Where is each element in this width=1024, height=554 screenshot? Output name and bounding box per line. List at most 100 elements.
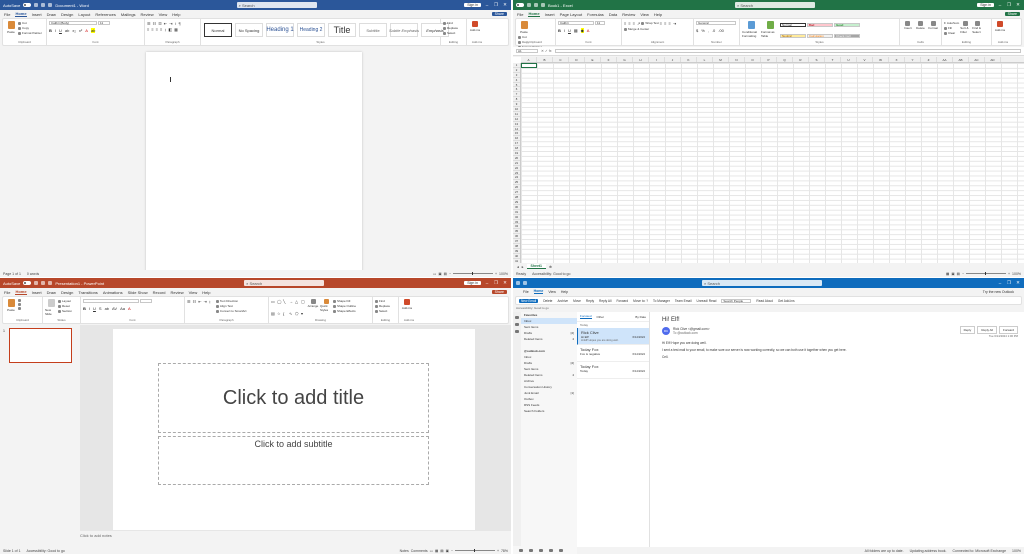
undo-icon[interactable] (41, 3, 46, 7)
web-layout-icon[interactable]: ▤ (444, 272, 447, 276)
column-header[interactable]: H (633, 57, 649, 62)
redo-icon[interactable] (541, 3, 545, 7)
tab-insert[interactable]: Insert (32, 12, 42, 17)
copy-button[interactable]: Copy (18, 26, 42, 30)
sign-in-button[interactable]: Sign in (977, 3, 994, 7)
tab-draw[interactable]: Draw (47, 12, 56, 17)
font-color-button[interactable]: A (587, 28, 590, 33)
column-header[interactable]: AC (969, 57, 985, 62)
justify-icon[interactable]: ≡ (160, 27, 162, 32)
slide-canvas[interactable]: Click to add title Click to add subtitle (113, 329, 475, 530)
tab-home[interactable]: Home (533, 289, 544, 294)
column-header[interactable]: S (809, 57, 825, 62)
document-page[interactable] (146, 52, 362, 272)
column-header[interactable]: AB (953, 57, 969, 62)
shape-outline-button[interactable]: Shape Outline (333, 304, 356, 308)
save-icon[interactable] (34, 281, 39, 285)
numbering-icon[interactable]: ☷ (193, 299, 197, 313)
rectangle-icon[interactable]: ▭ (271, 299, 276, 310)
numbering-icon[interactable]: ☷ (153, 21, 157, 26)
forward-button[interactable]: Forward (998, 326, 1018, 334)
page-layout-view-icon[interactable]: ▣ (951, 272, 954, 276)
tab-help[interactable]: Help (172, 12, 180, 17)
try-new-outlook[interactable]: Try the new Outlook (983, 290, 1014, 294)
tab-file[interactable]: File (523, 290, 529, 294)
folder-item[interactable]: Search Folders (521, 408, 577, 414)
reset-button[interactable]: Reset (58, 304, 72, 308)
column-header[interactable]: D (569, 57, 585, 62)
add-ins-button[interactable]: Add-ins (401, 299, 413, 310)
zoom-level[interactable]: 100% (1012, 549, 1021, 553)
tab-page-layout[interactable]: Page Layout (560, 12, 582, 17)
increase-indent-icon[interactable]: ⇥ (204, 299, 207, 313)
italic-button[interactable]: I (89, 306, 90, 311)
align-left-icon[interactable]: ≡ (147, 27, 149, 32)
tab-formulas[interactable]: Formulas (587, 12, 604, 17)
text-direction-button[interactable]: Text Direction (215, 299, 247, 303)
tab-data[interactable]: Data (609, 12, 617, 17)
avatar[interactable]: RC (662, 327, 670, 335)
style-normal[interactable]: Normal (204, 23, 232, 37)
subtitle-placeholder[interactable]: Click to add subtitle (158, 436, 429, 485)
add-ins-button[interactable]: Add-ins (469, 21, 481, 32)
bold-button[interactable]: B (558, 28, 561, 33)
people-icon[interactable] (515, 330, 519, 333)
tab-review[interactable]: Review (171, 290, 184, 295)
zoom-level[interactable]: 100% (499, 272, 508, 276)
column-header[interactable]: V (857, 57, 873, 62)
column-header[interactable]: L (697, 57, 713, 62)
share-button[interactable]: Share (1004, 12, 1020, 16)
column-header[interactable]: P (761, 57, 777, 62)
underline-button[interactable]: U (59, 28, 62, 33)
bullets-icon[interactable]: ☰ (187, 299, 191, 313)
tab-design[interactable]: Design (61, 290, 73, 295)
font-size-field[interactable]: 11 (595, 21, 605, 25)
unread-read-button[interactable]: Unread/ Read (697, 299, 717, 303)
page-break-view-icon[interactable]: ▤ (957, 272, 960, 276)
mail-icon[interactable] (519, 548, 523, 552)
tab-record[interactable]: Record (153, 290, 166, 295)
cell-style-good[interactable]: Good (834, 23, 860, 27)
replace-button[interactable]: Replace (443, 26, 458, 30)
currency-icon[interactable]: $ (696, 28, 698, 33)
replace-button[interactable]: Replace (375, 304, 390, 308)
formula-input[interactable] (554, 49, 1021, 53)
more-icon[interactable] (559, 548, 563, 552)
next-sheet-icon[interactable]: ▸ (522, 265, 524, 269)
cell-area[interactable] (521, 63, 1024, 263)
copy-icon[interactable] (18, 303, 21, 306)
bullets-icon[interactable]: ☰ (147, 21, 151, 26)
bold-button[interactable]: B (83, 306, 86, 311)
superscript-button[interactable]: x² (79, 28, 82, 33)
share-button[interactable]: Share (491, 290, 507, 294)
zoom-control[interactable]: ▦ ▣ ▤ − + 100% (946, 272, 1021, 276)
wrap-text-button[interactable]: Wrap Text (641, 21, 659, 25)
pilcrow-icon[interactable]: ¶ (179, 21, 181, 26)
style-title[interactable]: Title (328, 23, 356, 37)
sort-by-date[interactable]: By Date (635, 315, 646, 319)
notes-pane[interactable]: Click to add notes (80, 533, 112, 538)
column-header[interactable]: O (745, 57, 761, 62)
search-box[interactable]: ⌕ Search (244, 280, 325, 286)
layout-button[interactable]: Layout (58, 299, 72, 303)
search-box[interactable]: ⌕ Search (734, 2, 815, 8)
fill-color-button[interactable]: ◆ (580, 28, 584, 33)
search-box[interactable]: ⌕ Search (702, 280, 822, 286)
align-center-icon[interactable]: ≡ (664, 21, 666, 26)
redo-icon[interactable] (48, 3, 53, 7)
align-middle-icon[interactable]: ≡ (628, 21, 630, 26)
zoom-in-icon[interactable]: + (495, 272, 497, 276)
tab-file[interactable]: File (4, 290, 10, 295)
section-button[interactable]: Section (58, 309, 72, 313)
archive-button[interactable]: Archive (557, 299, 568, 303)
autosave-toggle[interactable] (516, 3, 524, 7)
font-size-field[interactable] (140, 299, 152, 303)
redo-icon[interactable] (48, 281, 53, 285)
close-icon[interactable]: ✕ (1015, 280, 1021, 286)
read-mode-icon[interactable]: ▭ (433, 272, 436, 276)
minimize-icon[interactable]: – (997, 281, 1003, 286)
align-text-button[interactable]: Align Text (215, 304, 247, 308)
clear-button[interactable]: Clear (944, 31, 959, 35)
zoom-control[interactable]: ▭ ▣ ▤ − + 100% (433, 272, 508, 276)
print-layout-icon[interactable]: ▣ (438, 272, 441, 276)
